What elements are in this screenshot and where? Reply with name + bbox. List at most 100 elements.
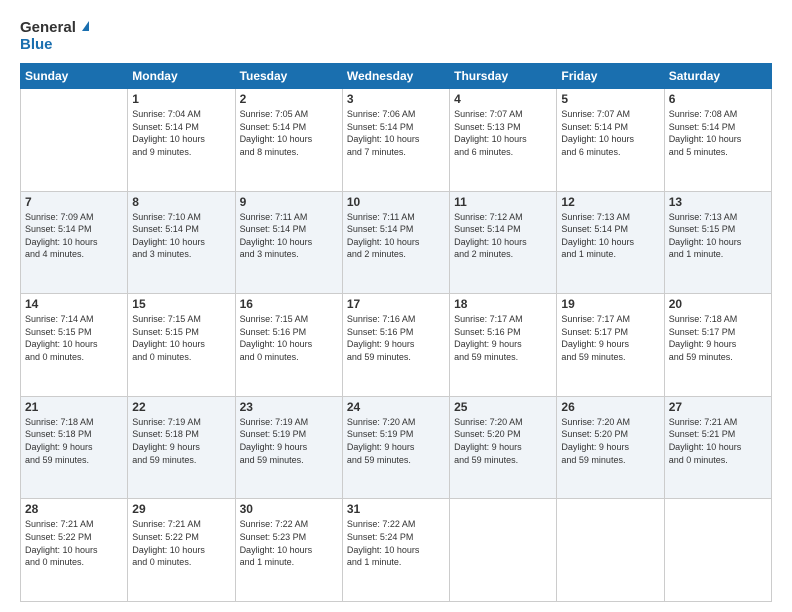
calendar-cell: 14 Sunrise: 7:14 AM Sunset: 5:15 PM Dayli…: [21, 294, 128, 397]
day-info: Sunrise: 7:18 AM Sunset: 5:18 PM Dayligh…: [25, 416, 123, 466]
day-info: Sunrise: 7:20 AM Sunset: 5:19 PM Dayligh…: [347, 416, 445, 466]
day-info: Sunrise: 7:21 AM Sunset: 5:21 PM Dayligh…: [669, 416, 767, 466]
day-number: 9: [240, 195, 338, 209]
calendar-cell: [664, 499, 771, 602]
day-number: 7: [25, 195, 123, 209]
day-info: Sunrise: 7:22 AM Sunset: 5:24 PM Dayligh…: [347, 518, 445, 568]
day-number: 27: [669, 400, 767, 414]
day-info: Sunrise: 7:15 AM Sunset: 5:16 PM Dayligh…: [240, 313, 338, 363]
calendar-cell: [21, 89, 128, 192]
calendar-cell: 24Sunrise: 7:20 AM Sunset: 5:19 PM Dayli…: [342, 396, 449, 499]
calendar-week-row: 14 Sunrise: 7:14 AM Sunset: 5:15 PM Dayli…: [21, 294, 772, 397]
calendar-cell: 20 Sunrise: 7:18 AM Sunset: 5:17 PM Dayli…: [664, 294, 771, 397]
day-info: Sunrise: 7:12 AM Sunset: 5:14 PM Dayligh…: [454, 211, 552, 261]
calendar-cell: 11Sunrise: 7:12 AM Sunset: 5:14 PM Dayli…: [450, 191, 557, 294]
day-info: Sunrise: 7:21 AM Sunset: 5:22 PM Dayligh…: [132, 518, 230, 568]
calendar-day-header: Sunday: [21, 64, 128, 89]
day-number: 16: [240, 297, 338, 311]
day-info: Sunrise: 7:04 AM Sunset: 5:14 PM Dayligh…: [132, 108, 230, 158]
day-info: Sunrise: 7:11 AM Sunset: 5:14 PM Dayligh…: [347, 211, 445, 261]
calendar-cell: 26 Sunrise: 7:20 AM Sunset: 5:20 PM Dayli…: [557, 396, 664, 499]
day-number: 28: [25, 502, 123, 516]
calendar-cell: 30 Sunrise: 7:22 AM Sunset: 5:23 PM Dayli…: [235, 499, 342, 602]
day-info: Sunrise: 7:17 AM Sunset: 5:17 PM Dayligh…: [561, 313, 659, 363]
day-info: Sunrise: 7:11 AM Sunset: 5:14 PM Dayligh…: [240, 211, 338, 261]
calendar-cell: 31 Sunrise: 7:22 AM Sunset: 5:24 PM Dayli…: [342, 499, 449, 602]
day-info: Sunrise: 7:22 AM Sunset: 5:23 PM Dayligh…: [240, 518, 338, 568]
calendar-cell: 29 Sunrise: 7:21 AM Sunset: 5:22 PM Dayli…: [128, 499, 235, 602]
day-info: Sunrise: 7:21 AM Sunset: 5:22 PM Dayligh…: [25, 518, 123, 568]
day-number: 12: [561, 195, 659, 209]
calendar-cell: 9 Sunrise: 7:11 AM Sunset: 5:14 PM Daylig…: [235, 191, 342, 294]
calendar-cell: 2 Sunrise: 7:05 AM Sunset: 5:14 PM Daylig…: [235, 89, 342, 192]
day-info: Sunrise: 7:14 AM Sunset: 5:15 PM Dayligh…: [25, 313, 123, 363]
calendar-cell: 16 Sunrise: 7:15 AM Sunset: 5:16 PM Dayli…: [235, 294, 342, 397]
calendar-cell: 5 Sunrise: 7:07 AM Sunset: 5:14 PM Daylig…: [557, 89, 664, 192]
calendar-day-header: Wednesday: [342, 64, 449, 89]
day-number: 25: [454, 400, 552, 414]
day-info: Sunrise: 7:05 AM Sunset: 5:14 PM Dayligh…: [240, 108, 338, 158]
day-info: Sunrise: 7:09 AM Sunset: 5:14 PM Dayligh…: [25, 211, 123, 261]
calendar-cell: 13 Sunrise: 7:13 AM Sunset: 5:15 PM Dayli…: [664, 191, 771, 294]
calendar-cell: 12 Sunrise: 7:13 AM Sunset: 5:14 PM Dayli…: [557, 191, 664, 294]
day-number: 19: [561, 297, 659, 311]
day-info: Sunrise: 7:16 AM Sunset: 5:16 PM Dayligh…: [347, 313, 445, 363]
day-number: 26: [561, 400, 659, 414]
day-number: 15: [132, 297, 230, 311]
day-number: 21: [25, 400, 123, 414]
day-number: 20: [669, 297, 767, 311]
day-info: Sunrise: 7:17 AM Sunset: 5:16 PM Dayligh…: [454, 313, 552, 363]
calendar-cell: 18 Sunrise: 7:17 AM Sunset: 5:16 PM Dayli…: [450, 294, 557, 397]
calendar-cell: 6 Sunrise: 7:08 AM Sunset: 5:14 PM Daylig…: [664, 89, 771, 192]
day-number: 4: [454, 92, 552, 106]
day-number: 18: [454, 297, 552, 311]
calendar-cell: 10Sunrise: 7:11 AM Sunset: 5:14 PM Dayli…: [342, 191, 449, 294]
day-number: 8: [132, 195, 230, 209]
calendar-cell: 4 Sunrise: 7:07 AM Sunset: 5:13 PM Daylig…: [450, 89, 557, 192]
calendar-cell: 27 Sunrise: 7:21 AM Sunset: 5:21 PM Dayli…: [664, 396, 771, 499]
day-number: 31: [347, 502, 445, 516]
day-info: Sunrise: 7:10 AM Sunset: 5:14 PM Dayligh…: [132, 211, 230, 261]
calendar-cell: 21 Sunrise: 7:18 AM Sunset: 5:18 PM Dayli…: [21, 396, 128, 499]
day-info: Sunrise: 7:20 AM Sunset: 5:20 PM Dayligh…: [454, 416, 552, 466]
calendar-cell: 19 Sunrise: 7:17 AM Sunset: 5:17 PM Dayli…: [557, 294, 664, 397]
calendar-cell: 15 Sunrise: 7:15 AM Sunset: 5:15 PM Dayli…: [128, 294, 235, 397]
day-info: Sunrise: 7:19 AM Sunset: 5:19 PM Dayligh…: [240, 416, 338, 466]
calendar-week-row: 28 Sunrise: 7:21 AM Sunset: 5:22 PM Dayli…: [21, 499, 772, 602]
day-number: 30: [240, 502, 338, 516]
day-info: Sunrise: 7:08 AM Sunset: 5:14 PM Dayligh…: [669, 108, 767, 158]
day-info: Sunrise: 7:13 AM Sunset: 5:14 PM Dayligh…: [561, 211, 659, 261]
day-info: Sunrise: 7:20 AM Sunset: 5:20 PM Dayligh…: [561, 416, 659, 466]
calendar-day-header: Thursday: [450, 64, 557, 89]
day-info: Sunrise: 7:15 AM Sunset: 5:15 PM Dayligh…: [132, 313, 230, 363]
calendar-cell: 3 Sunrise: 7:06 AM Sunset: 5:14 PM Daylig…: [342, 89, 449, 192]
day-number: 14: [25, 297, 123, 311]
day-number: 29: [132, 502, 230, 516]
day-number: 6: [669, 92, 767, 106]
day-number: 2: [240, 92, 338, 106]
day-info: Sunrise: 7:13 AM Sunset: 5:15 PM Dayligh…: [669, 211, 767, 261]
day-number: 1: [132, 92, 230, 106]
calendar-week-row: 7 Sunrise: 7:09 AM Sunset: 5:14 PM Daylig…: [21, 191, 772, 294]
logo: General Blue: [20, 20, 89, 53]
calendar-cell: 7 Sunrise: 7:09 AM Sunset: 5:14 PM Daylig…: [21, 191, 128, 294]
calendar-cell: [557, 499, 664, 602]
day-info: Sunrise: 7:18 AM Sunset: 5:17 PM Dayligh…: [669, 313, 767, 363]
calendar-week-row: 21 Sunrise: 7:18 AM Sunset: 5:18 PM Dayli…: [21, 396, 772, 499]
calendar-cell: 25 Sunrise: 7:20 AM Sunset: 5:20 PM Dayli…: [450, 396, 557, 499]
page: General Blue SundayMondayTuesdayWednesda…: [0, 0, 792, 612]
calendar-cell: 1 Sunrise: 7:04 AM Sunset: 5:14 PM Daylig…: [128, 89, 235, 192]
day-number: 3: [347, 92, 445, 106]
header: General Blue: [20, 20, 772, 53]
day-number: 13: [669, 195, 767, 209]
day-info: Sunrise: 7:19 AM Sunset: 5:18 PM Dayligh…: [132, 416, 230, 466]
calendar-header-row: SundayMondayTuesdayWednesdayThursdayFrid…: [21, 64, 772, 89]
day-number: 5: [561, 92, 659, 106]
day-info: Sunrise: 7:06 AM Sunset: 5:14 PM Dayligh…: [347, 108, 445, 158]
day-info: Sunrise: 7:07 AM Sunset: 5:14 PM Dayligh…: [561, 108, 659, 158]
calendar-cell: 28 Sunrise: 7:21 AM Sunset: 5:22 PM Dayli…: [21, 499, 128, 602]
calendar-day-header: Saturday: [664, 64, 771, 89]
day-number: 22: [132, 400, 230, 414]
calendar-cell: 23Sunrise: 7:19 AM Sunset: 5:19 PM Dayli…: [235, 396, 342, 499]
day-info: Sunrise: 7:07 AM Sunset: 5:13 PM Dayligh…: [454, 108, 552, 158]
